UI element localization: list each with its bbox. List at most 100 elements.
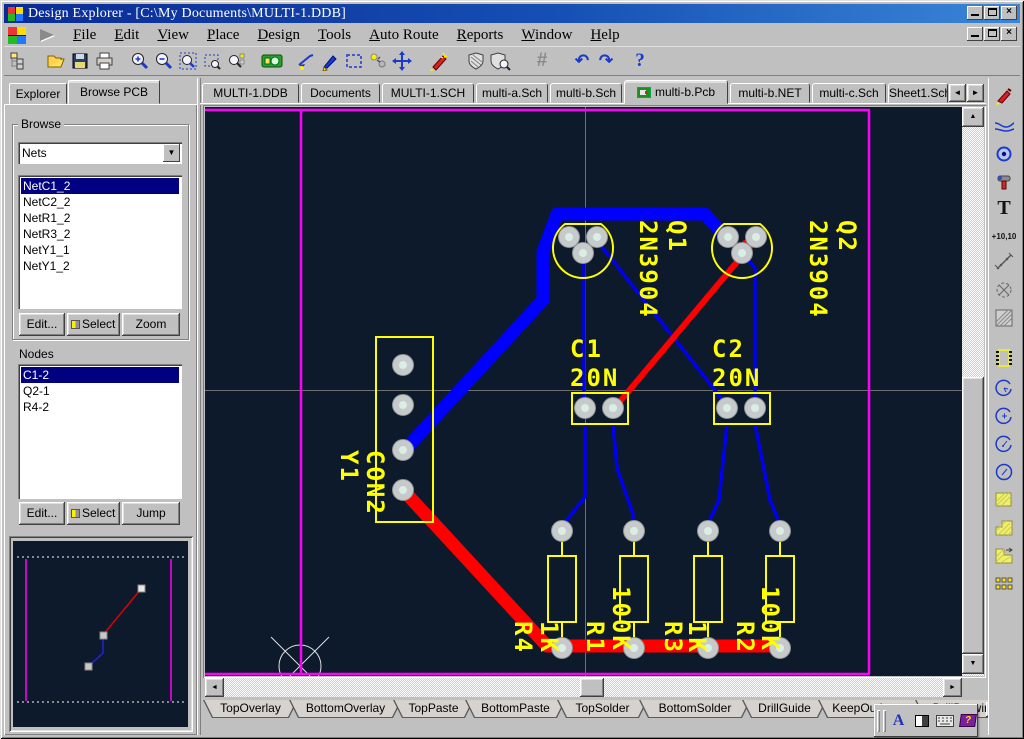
select-area-icon[interactable]	[342, 49, 366, 73]
doc-tab[interactable]: multi-b.Sch	[550, 83, 622, 103]
layer-tab-bottompaste[interactable]: BottomPaste	[465, 700, 566, 718]
place-full-circle-icon[interactable]	[992, 460, 1016, 484]
doc-tab[interactable]: multi-c.Sch	[812, 83, 886, 103]
nets-edit-button[interactable]: Edit...	[19, 313, 65, 336]
mdi-restore-button[interactable]	[984, 27, 1000, 41]
place-pad-icon[interactable]	[992, 142, 1016, 166]
drc-inspect-shield-icon[interactable]	[488, 49, 512, 73]
doc-tab[interactable]: multi-b.NET	[730, 83, 810, 103]
doc-tabs-scroll-right[interactable]: ►	[967, 84, 984, 102]
place-dimension-icon[interactable]	[992, 250, 1016, 274]
panel-splitter[interactable]	[197, 78, 201, 735]
label-Q2-ref[interactable]: Q2	[833, 220, 861, 253]
cross-probe-icon[interactable]	[260, 49, 284, 73]
layer-tab-topoverlay[interactable]: TopOverlay	[203, 700, 298, 718]
menu-reports[interactable]: Reports	[448, 26, 513, 45]
keyboard-button[interactable]	[934, 710, 955, 732]
layer-tab-topsolder[interactable]: TopSolder	[557, 700, 648, 718]
mdi-close-button[interactable]: ×	[1001, 27, 1017, 41]
node-list-item[interactable]: Q2-1	[21, 383, 179, 399]
h-scroll-left-button[interactable]: ◄	[205, 678, 224, 697]
doc-tab[interactable]: MULTI-1.SCH	[382, 83, 474, 103]
place-fill-icon[interactable]	[992, 488, 1016, 512]
interactive-routing-icon[interactable]	[992, 84, 1016, 108]
document-icon[interactable]	[8, 27, 26, 44]
zoom-in-icon[interactable]	[128, 49, 152, 73]
nodes-edit-button[interactable]: Edit...	[19, 502, 65, 525]
place-keepout-icon[interactable]	[992, 278, 1016, 302]
label-Y1-value[interactable]: CON2	[361, 450, 389, 516]
place-polygon-icon[interactable]	[992, 516, 1016, 540]
place-arc-edge-icon[interactable]	[992, 376, 1016, 400]
place-arc-center-icon[interactable]	[992, 404, 1016, 428]
label-Y1-ref[interactable]: Y1	[335, 450, 363, 483]
label-R1-ref[interactable]: R1	[581, 621, 609, 654]
zoom-out-icon[interactable]	[152, 49, 176, 73]
label-C2-value[interactable]: 20N	[712, 364, 761, 392]
nets-list[interactable]: NetC1_2 NetC2_2 NetR1_2 NetR3_2 NetY1_1 …	[18, 175, 182, 309]
tab-browse-pcb[interactable]: Browse PCB	[68, 80, 160, 104]
close-button[interactable]: ×	[1001, 6, 1017, 20]
v-scroll-up-button[interactable]: ▲	[962, 107, 984, 127]
explorer-toggle-icon[interactable]	[6, 49, 30, 73]
wizard-wand-icon[interactable]	[426, 49, 450, 73]
place-coordinate-icon[interactable]: +10,10	[992, 224, 1016, 248]
net-list-item[interactable]: NetR3_2	[21, 226, 179, 242]
zoom-all-icon[interactable]	[176, 49, 200, 73]
v-scroll-down-button[interactable]: ▼	[962, 654, 984, 674]
label-R3-value[interactable]: 1K	[683, 621, 711, 654]
net-list-item[interactable]: NetC2_2	[21, 194, 179, 210]
zoom-area-icon[interactable]	[200, 49, 224, 73]
label-Q1-value[interactable]: 2N3904	[634, 220, 662, 319]
doc-tab-active[interactable]: multi-b.Pcb	[624, 80, 728, 104]
doc-tab[interactable]: MULTI-1.DDB	[202, 83, 299, 103]
menu-help[interactable]: Help	[581, 26, 628, 45]
menu-design[interactable]: Design	[248, 26, 309, 45]
nodes-select-button[interactable]: Select	[67, 502, 120, 525]
label-R4-value[interactable]: 1K	[535, 621, 563, 654]
text-style-button[interactable]: A	[888, 710, 909, 732]
help-icon[interactable]: ?	[628, 49, 652, 73]
layer-tab-drillguide[interactable]: DrillGuide	[742, 700, 827, 718]
menu-view[interactable]: View	[148, 26, 198, 45]
undo-icon[interactable]: ↶	[570, 49, 594, 73]
menu-place[interactable]: Place	[198, 26, 248, 45]
floating-toolbar[interactable]: A ?	[874, 704, 978, 737]
place-component-icon[interactable]	[992, 346, 1016, 370]
pcb-canvas[interactable]: C1 20N C2 20N 2N3904 Q1 2N3904 Q2 Y1 CON…	[205, 107, 962, 676]
nets-zoom-button[interactable]: Zoom	[122, 313, 180, 336]
contrast-button[interactable]	[911, 710, 932, 732]
label-R1-value[interactable]: 100K	[607, 586, 635, 652]
layer-tab-bottomsolder[interactable]: BottomSolder	[639, 700, 751, 718]
place-text-icon[interactable]: T	[992, 196, 1016, 220]
toolbar-grip[interactable]	[883, 710, 886, 732]
doc-tab[interactable]: Documents	[301, 83, 380, 103]
help-book-button[interactable]: ?	[957, 710, 978, 732]
h-scroll-right-button[interactable]: ►	[943, 678, 962, 697]
label-Q2-value[interactable]: 2N3904	[804, 220, 832, 319]
label-Q1-ref[interactable]: Q1	[663, 220, 691, 253]
label-R3-ref[interactable]: R3	[659, 621, 687, 654]
doc-tabs-scroll-left[interactable]: ◄	[949, 84, 966, 102]
label-R2-value[interactable]: 100K	[756, 586, 784, 652]
deselect-icon[interactable]	[366, 49, 390, 73]
node-list-item[interactable]: R4-2	[21, 399, 179, 415]
wiring-tool-icon[interactable]	[294, 49, 318, 73]
net-list-item[interactable]: NetR1_2	[21, 210, 179, 226]
restore-button[interactable]	[984, 6, 1000, 20]
save-icon[interactable]	[68, 49, 92, 73]
place-track-icon[interactable]	[992, 114, 1016, 138]
nets-select-button[interactable]: Select	[67, 313, 120, 336]
v-scroll-thumb[interactable]	[962, 377, 984, 654]
place-via-icon[interactable]	[992, 170, 1016, 194]
grid-toggle-icon[interactable]: #	[530, 49, 554, 73]
pen-tool-icon[interactable]	[318, 49, 342, 73]
h-scroll-thumb[interactable]	[580, 678, 604, 697]
net-list-item[interactable]: NetY1_1	[21, 242, 179, 258]
label-C1-value[interactable]: 20N	[570, 364, 619, 392]
net-list-item[interactable]: NetC1_2	[21, 178, 179, 194]
nodes-list[interactable]: C1-2 Q2-1 R4-2	[18, 364, 182, 499]
nodes-jump-button[interactable]: Jump	[122, 502, 180, 525]
layer-tab-toppaste[interactable]: TopPaste	[393, 700, 474, 718]
label-R4-ref[interactable]: R4	[509, 621, 537, 654]
